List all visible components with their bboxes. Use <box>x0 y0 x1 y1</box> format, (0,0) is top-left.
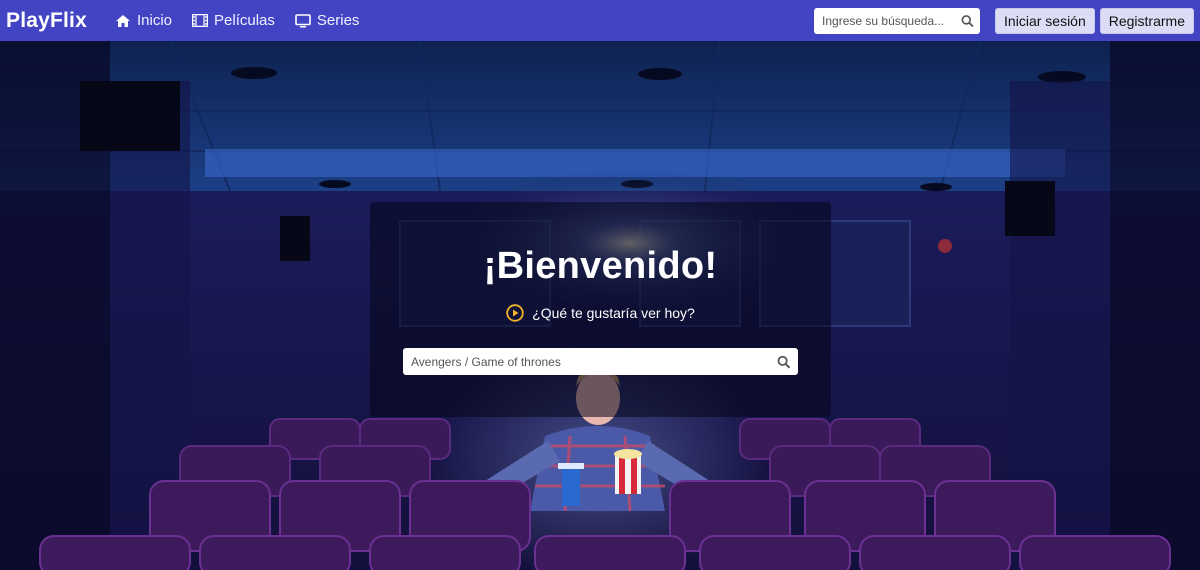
hero-search-input[interactable] <box>411 354 777 369</box>
nav-link-label: Series <box>316 12 360 29</box>
search-icon[interactable] <box>961 14 974 28</box>
nav-link-series[interactable]: Series <box>295 12 360 29</box>
welcome-subtitle: ¿Qué te gustaría ver hoy? <box>532 305 695 321</box>
register-button[interactable]: Registrarme <box>1099 7 1194 34</box>
navbar-actions: Iniciar sesión Registrarme <box>814 7 1194 34</box>
navbar-search-input[interactable] <box>822 13 962 28</box>
search-icon[interactable] <box>777 355 791 369</box>
tv-icon <box>295 13 311 27</box>
nav-link-peliculas[interactable]: Películas <box>192 12 275 29</box>
navbar-search-box <box>814 7 981 34</box>
welcome-subtitle-row: ¿Qué te gustaría ver hoy? <box>370 304 831 322</box>
home-icon <box>115 14 130 27</box>
nav-link-label: Películas <box>214 12 275 29</box>
nav-link-inicio[interactable]: Inicio <box>115 12 172 29</box>
brand-logo[interactable]: PlayFlix <box>6 9 87 33</box>
welcome-title: ¡Bienvenido! <box>483 245 718 287</box>
hero-search-box <box>403 348 798 375</box>
nav-link-label: Inicio <box>136 12 173 29</box>
login-button[interactable]: Iniciar sesión <box>995 7 1095 34</box>
play-circle-icon <box>506 304 524 322</box>
film-icon <box>192 14 209 27</box>
navbar: PlayFlix Inicio Películas Series Ingrese… <box>0 0 1200 41</box>
